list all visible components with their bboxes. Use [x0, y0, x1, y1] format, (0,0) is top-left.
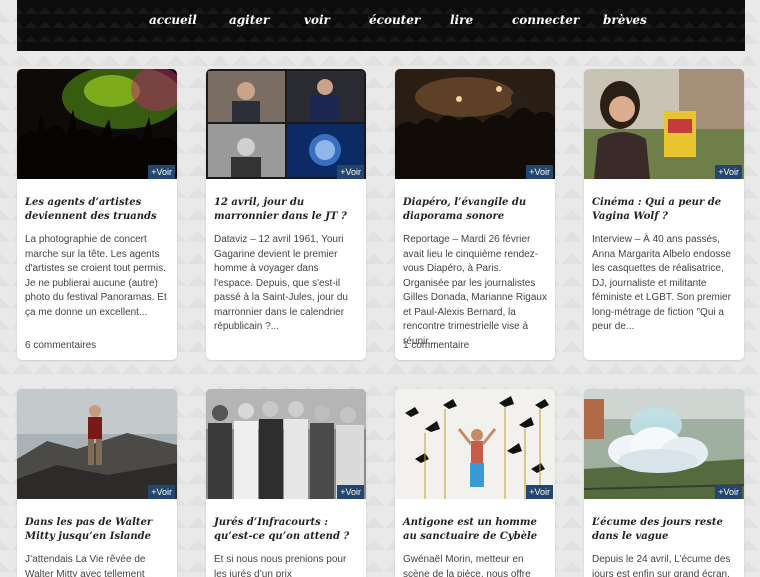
article-card: +Voir Antigone est un homme au sanctuair…	[395, 389, 555, 577]
twelve-angry-men-image[interactable]: +Voir	[206, 389, 366, 499]
woman-with-poster-image[interactable]: +Voir	[584, 69, 744, 179]
antigone-stage-birds-image[interactable]: +Voir	[395, 389, 555, 499]
article-card: +Voir L’écume des jours reste dans le va…	[584, 389, 744, 577]
article-card: +Voir Diapéro, l’évangile du diaporama s…	[395, 69, 555, 360]
card-title[interactable]: Diapéro, l’évangile du diaporama sonore	[403, 196, 547, 224]
nav-item-ecouter[interactable]: écouter	[369, 13, 420, 27]
voir-button[interactable]: +Voir	[715, 165, 742, 179]
card-title[interactable]: Antigone est un homme au sanctuaire de C…	[403, 516, 547, 544]
nav-item-connecter[interactable]: connecter	[512, 13, 579, 27]
voir-button[interactable]: +Voir	[148, 165, 175, 179]
voir-button[interactable]: +Voir	[526, 485, 553, 499]
nav-item-lire[interactable]: lire	[450, 13, 473, 27]
voir-button[interactable]: +Voir	[337, 165, 364, 179]
card-title[interactable]: Dans les pas de Walter Mitty jusqu’en Is…	[25, 516, 169, 544]
voir-button[interactable]: +Voir	[337, 485, 364, 499]
article-card: +Voir Jurés d’Infracourts : qu’est-ce qu…	[206, 389, 366, 577]
card-excerpt: Reportage – Mardi 26 février avait lieu …	[403, 234, 547, 347]
concert-crowd-image[interactable]: +Voir	[17, 69, 177, 179]
card-title[interactable]: Jurés d’Infracourts : qu’est-ce qu’on at…	[214, 516, 358, 544]
article-card: +Voir Dans les pas de Walter Mitty jusqu…	[17, 389, 177, 577]
voir-button[interactable]: +Voir	[715, 485, 742, 499]
article-card: +Voir Cinéma : Qui a peur de Vagina Wolf…	[584, 69, 744, 360]
card-excerpt: Et si nous nous prenions pour les jurés …	[214, 554, 347, 577]
card-excerpt: La photographie de concert marche sur la…	[25, 234, 167, 318]
card-excerpt: J’attendais La Vie rêvée de Walter Mitty…	[25, 554, 146, 577]
card-excerpt: Dataviz – 12 avril 1961, Youri Gagarine …	[214, 234, 348, 332]
comments-link[interactable]: 6 commentaires	[25, 340, 96, 351]
comments-link[interactable]: 1 commentaire	[403, 340, 469, 351]
crowd-evening-image[interactable]: +Voir	[395, 69, 555, 179]
voir-button[interactable]: +Voir	[526, 165, 553, 179]
card-excerpt: Gwénaël Morin, metteur en scène de la pi…	[403, 554, 531, 577]
card-title[interactable]: 12 avril, jour du marronnier dans le JT …	[214, 196, 358, 224]
article-card: +Voir 12 avril, jour du marronnier dans …	[206, 69, 366, 360]
voir-button[interactable]: +Voir	[148, 485, 175, 499]
card-title[interactable]: Cinéma : Qui a peur de Vagina Wolf ?	[592, 196, 736, 224]
card-title[interactable]: Les agents d’artistes deviennent des tru…	[25, 196, 169, 224]
nav-item-breves[interactable]: brèves	[603, 13, 647, 27]
nav-item-accueil[interactable]: accueil	[149, 13, 197, 27]
nav-item-voir[interactable]: voir	[304, 13, 330, 27]
top-navigation: accueil agiter voir écouter lire connect…	[17, 0, 745, 51]
tv-news-collage-image[interactable]: +Voir	[206, 69, 366, 179]
article-card: +Voir Les agents d’artistes deviennent d…	[17, 69, 177, 360]
nav-item-agiter[interactable]: agiter	[229, 13, 269, 27]
card-title[interactable]: L’écume des jours reste dans le vague	[592, 516, 736, 544]
man-on-volcanic-landscape-image[interactable]: +Voir	[17, 389, 177, 499]
card-excerpt: Interview – À 40 ans passés, Anna Margar…	[592, 234, 731, 332]
cloud-sculpture-image[interactable]: +Voir	[584, 389, 744, 499]
card-excerpt: Depuis le 24 avril, L’écume des jours es…	[592, 554, 731, 577]
